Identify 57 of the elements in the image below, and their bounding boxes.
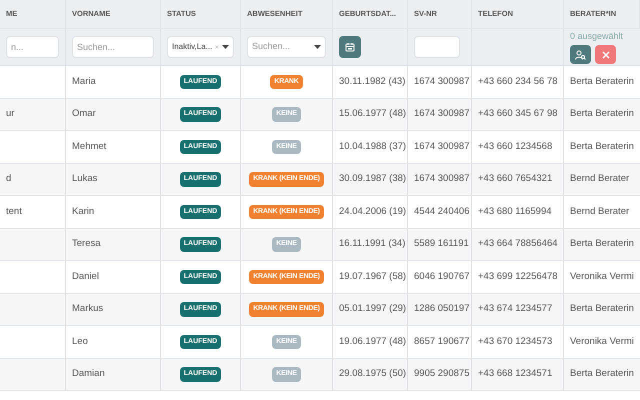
table-cell: +43 699 12256478 (478, 270, 558, 284)
table-cell: 29.08.1975 (50) (339, 367, 406, 382)
table-cell: 30.09.1987 (38) (339, 172, 406, 186)
table-cell: Berta Beraterin (570, 237, 634, 252)
table-cell: Teresa (72, 237, 101, 252)
table-cell: Karin (72, 204, 94, 219)
status-select[interactable]: Inaktiv,La... (167, 36, 234, 58)
table-cell: +43 660 345 67 98 (478, 107, 558, 122)
table-cell: 15.06.1977 (48) (339, 107, 406, 122)
table-cell: Bernd Berater (570, 172, 630, 186)
table-cell: 30.11.1982 (43) (339, 74, 406, 89)
table-cell: 19.07.1967 (58) (339, 270, 406, 284)
table-cell: +43 674 1234577 (478, 302, 552, 316)
table-cell: 19.06.1977 (48) (339, 334, 406, 349)
table-cell: +43 660 234 56 78 (478, 74, 558, 89)
table-cell: Berta Beraterin (570, 302, 634, 316)
table-cell: 9905 290875 (414, 367, 470, 382)
table-cell: Omar (72, 107, 96, 122)
table-cell: 16.11.1991 (34) (339, 237, 406, 252)
table-cell: 6046 190767 (414, 270, 470, 284)
table-cell: Daniel (72, 270, 99, 284)
table-cell: 05.01.1997 (29) (339, 302, 406, 316)
table-cell: ur (6, 107, 14, 122)
table-cell: Markus (72, 302, 104, 316)
search-field[interactable]: Suchen... (72, 36, 154, 58)
table-cell: 1674 300987 (414, 140, 470, 154)
table-cell: +43 668 1234571 (478, 367, 552, 382)
table-cell: Veronika Vermi (570, 334, 634, 349)
table-cell: 8657 190677 (414, 334, 470, 349)
table-cell: 24.04.2006 (19) (339, 204, 406, 219)
table-cell: 1674 300987 (414, 74, 470, 89)
table-cell: 1674 300987 (414, 172, 470, 186)
search-field[interactable]: n... (6, 36, 59, 58)
table-cell: Veronika Vermi (570, 270, 634, 284)
table-cell: Lukas (72, 172, 98, 186)
table-cell: Leo (72, 334, 88, 349)
table-cell: +43 660 1234568 (478, 140, 552, 154)
table-cell: Berta Beraterin (570, 140, 634, 154)
selected-count: 0 ausgewählt (570, 30, 624, 43)
table-cell: +43 670 1234573 (478, 334, 552, 349)
table-cell: Berta Beraterin (570, 74, 634, 89)
table-cell: 1674 300987 (414, 107, 470, 122)
table-cell: +43 664 78856464 (478, 237, 558, 252)
table-cell: 4544 240406 (414, 204, 470, 219)
table-cell: Maria (72, 74, 96, 89)
table-cell: Damian (72, 367, 105, 382)
table-cell: Berta Beraterin (570, 367, 634, 382)
table-cell: +43 680 1165994 (478, 204, 552, 219)
table-cell: +43 660 7654321 (478, 172, 552, 186)
table-cell: 1286 050197 (414, 302, 470, 316)
table-cell: d (6, 172, 12, 186)
table-cell: tent (6, 204, 22, 219)
table-cell: Bernd Berater (570, 204, 630, 219)
table-cell: Berta Beraterin (570, 107, 634, 122)
table-cell: 5589 161191 (414, 237, 469, 252)
table-cell: 10.04.1988 (37) (339, 140, 406, 154)
table-cell: Mehmet (72, 140, 106, 154)
